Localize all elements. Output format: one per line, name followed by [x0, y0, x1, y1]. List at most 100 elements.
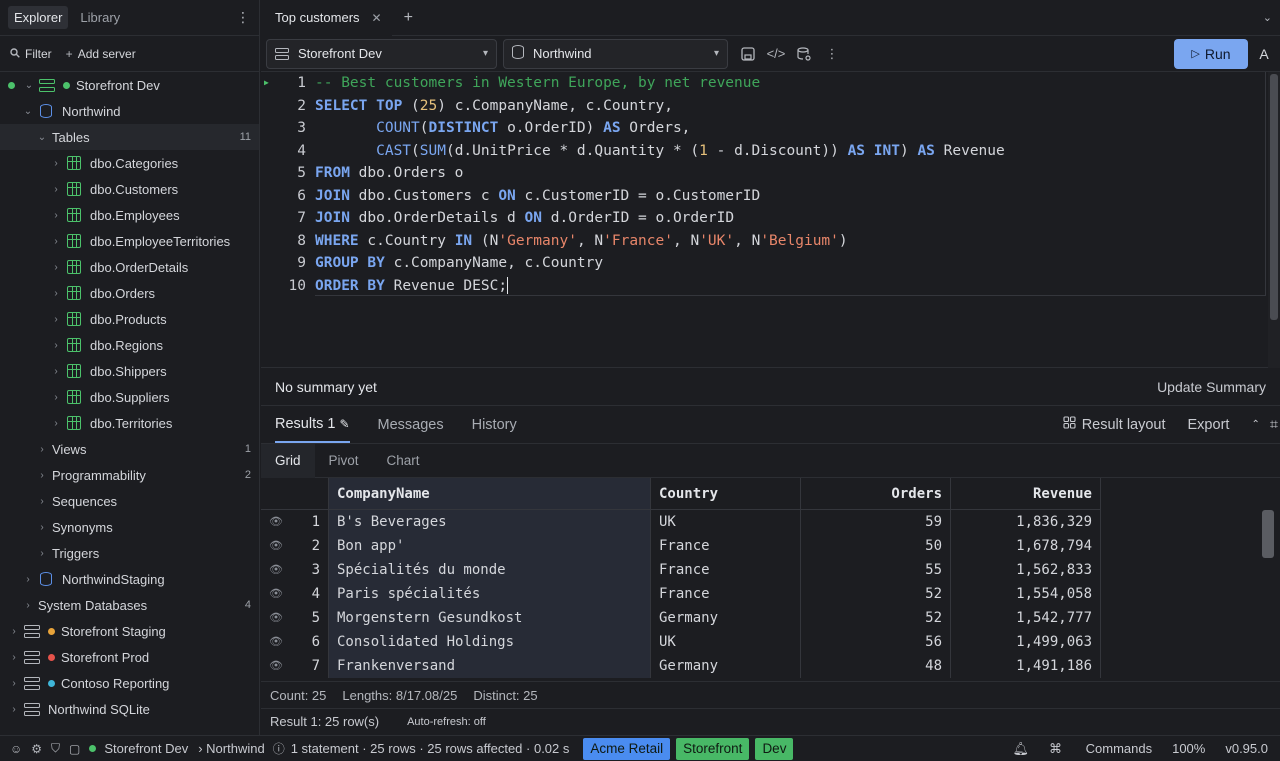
run-button[interactable]: ▷ Run — [1174, 38, 1248, 69]
table-cell[interactable]: Consolidated Holdings — [329, 630, 651, 654]
tree-item-table[interactable]: › dbo.Employees — [0, 202, 259, 228]
save-icon[interactable] — [738, 44, 758, 64]
eye-icon[interactable]: 👁︎ — [261, 582, 287, 606]
chevron-right-icon[interactable]: › — [8, 704, 20, 715]
code-line[interactable]: -- Best customers in Western Europe, by … — [315, 72, 760, 95]
chevron-right-icon[interactable]: › — [50, 158, 62, 169]
tree-item-table[interactable]: › dbo.Regions — [0, 332, 259, 358]
chevron-right-icon[interactable]: › — [50, 184, 62, 195]
code-icon[interactable]: </> — [766, 44, 786, 64]
table-cell[interactable]: France — [651, 582, 801, 606]
editor-scrollbar[interactable] — [1268, 72, 1280, 368]
bell-icon[interactable]: 🔔︎ — [1012, 741, 1029, 757]
update-summary-button[interactable]: Update Summary — [1157, 379, 1266, 395]
tree-item-folder[interactable]: › Programmability 2 — [0, 462, 259, 488]
table-cell[interactable]: Paris spécialités — [329, 582, 651, 606]
chevron-up-icon[interactable]: ⌃ — [1251, 419, 1259, 430]
chevron-right-icon[interactable]: › — [36, 444, 48, 455]
chevron-right-icon[interactable]: › — [36, 522, 48, 533]
chevron-right-icon[interactable]: › — [36, 496, 48, 507]
chevron-right-icon[interactable]: › — [8, 678, 20, 689]
code-line[interactable]: WHERE c.Country IN (N'Germany', N'France… — [315, 230, 848, 253]
tree-item-server[interactable]: ⌄ Storefront Dev — [0, 72, 259, 98]
chevron-right-icon[interactable]: › — [50, 236, 62, 247]
eye-icon[interactable]: 👁︎ — [261, 510, 287, 534]
close-icon[interactable]: ✕ — [372, 11, 382, 25]
table-cell[interactable]: 48 — [801, 654, 951, 678]
tree-item-table[interactable]: › dbo.Orders — [0, 280, 259, 306]
database-select[interactable]: Northwind ▾ — [503, 38, 728, 69]
table-cell[interactable]: 55 — [801, 558, 951, 582]
tree-item-table[interactable]: › dbo.Products — [0, 306, 259, 332]
chevron-right-icon[interactable]: › — [8, 652, 20, 663]
code-line[interactable]: CAST(SUM(d.UnitPrice * d.Quantity * (1 -… — [315, 140, 1005, 163]
chevron-right-icon[interactable]: › — [36, 470, 48, 481]
table-row[interactable]: 👁︎ 6 Consolidated Holdings UK 56 1,499,063 — [261, 630, 1101, 654]
tree-item-table[interactable]: › dbo.OrderDetails — [0, 254, 259, 280]
tag-badge[interactable]: Dev — [755, 737, 794, 760]
edit-icon[interactable]: ✎ — [339, 417, 349, 431]
chevron-right-icon[interactable]: › — [22, 574, 34, 585]
chevron-right-icon[interactable]: › — [22, 600, 34, 611]
tree-item-database[interactable]: › NorthwindStaging — [0, 566, 259, 592]
tree-item-server[interactable]: › Storefront Prod — [0, 644, 259, 670]
chevron-right-icon[interactable]: › — [50, 314, 62, 325]
chevron-right-icon[interactable]: › — [50, 366, 62, 377]
eye-icon[interactable]: 👁︎ — [261, 606, 287, 630]
tree-item-table[interactable]: › dbo.Suppliers — [0, 384, 259, 410]
tree-item-table[interactable]: › dbo.EmployeeTerritories — [0, 228, 259, 254]
table-cell[interactable]: 52 — [801, 582, 951, 606]
tree-item-table[interactable]: › dbo.Territories — [0, 410, 259, 436]
code-line[interactable]: COUNT(DISTINCT o.OrderID) AS Orders, — [315, 117, 690, 140]
status-database[interactable]: › Northwind — [198, 741, 264, 756]
chevron-right-icon[interactable]: › — [8, 626, 20, 637]
code-area[interactable]: -- Best customers in Western Europe, by … — [315, 72, 1266, 296]
tab-results[interactable]: Results 1 ✎ — [275, 406, 350, 443]
shield-icon[interactable]: ⛉ — [51, 741, 60, 756]
tab-explorer[interactable]: Explorer — [8, 6, 69, 29]
tree-item-folder[interactable]: › Sequences — [0, 488, 259, 514]
table-cell[interactable]: 1,491,186 — [951, 654, 1101, 678]
tab-history[interactable]: History — [472, 406, 517, 443]
gear-icon[interactable]: ⚙ — [31, 742, 42, 756]
tab-top-customers[interactable]: Top customers ✕ — [261, 0, 392, 36]
table-cell[interactable]: UK — [651, 630, 801, 654]
table-cell[interactable]: 50 — [801, 534, 951, 558]
server-select[interactable]: Storefront Dev ▾ — [266, 38, 497, 69]
tree-item-folder[interactable]: › Views 1 — [0, 436, 259, 462]
code-line[interactable]: JOIN dbo.Customers c ON c.CustomerID = o… — [315, 185, 760, 208]
table-cell[interactable]: 1,562,833 — [951, 558, 1101, 582]
table-cell[interactable]: 1,542,777 — [951, 606, 1101, 630]
tree-item-database[interactable]: ⌄ Northwind — [0, 98, 259, 124]
table-row[interactable]: 👁︎ 1 B's Beverages UK 59 1,836,329 — [261, 510, 1101, 534]
chevron-right-icon[interactable]: › — [50, 210, 62, 221]
eye-icon[interactable]: 👁︎ — [261, 558, 287, 582]
chevron-down-icon[interactable]: ⌄ — [1263, 11, 1272, 24]
table-row[interactable]: 👁︎ 4 Paris spécialités France 52 1,554,058 — [261, 582, 1101, 606]
tab-pivot[interactable]: Pivot — [315, 444, 373, 478]
tree-item-server[interactable]: › Contoso Reporting — [0, 670, 259, 696]
add-server-button[interactable]: + Add server — [66, 47, 136, 61]
tab-grid[interactable]: Grid — [261, 443, 315, 478]
grid-scrollbar[interactable] — [1262, 510, 1274, 681]
table-row[interactable]: 👁︎ 2 Bon app' France 50 1,678,794 — [261, 534, 1101, 558]
table-cell[interactable]: Bon app' — [329, 534, 651, 558]
eye-icon[interactable]: 👁︎ — [261, 654, 287, 678]
account-icon[interactable]: ☺ — [10, 742, 22, 756]
more-icon[interactable]: ⋮ — [822, 44, 842, 64]
table-cell[interactable]: 1,836,329 — [951, 510, 1101, 534]
column-header[interactable]: Country — [651, 478, 801, 510]
chevron-down-icon[interactable]: ⌄ — [22, 106, 34, 117]
tab-chart[interactable]: Chart — [373, 444, 434, 478]
column-header[interactable]: CompanyName — [329, 478, 651, 510]
sql-editor[interactable]: ▶ 1 2 3 4 5 6 7 8 9 10 -- Best customers in Weste… — [261, 72, 1280, 368]
table-cell[interactable]: UK — [651, 510, 801, 534]
table-cell[interactable]: B's Beverages — [329, 510, 651, 534]
tab-messages[interactable]: Messages — [378, 406, 444, 443]
chevron-right-icon[interactable]: › — [36, 548, 48, 559]
activity-icon[interactable]: ▢ — [69, 742, 80, 756]
chevron-right-icon[interactable]: › — [50, 340, 62, 351]
chevron-down-icon[interactable]: ⌄ — [23, 80, 35, 91]
code-line[interactable]: JOIN dbo.OrderDetails d ON d.OrderID = o… — [315, 207, 734, 230]
table-cell[interactable]: 1,554,058 — [951, 582, 1101, 606]
